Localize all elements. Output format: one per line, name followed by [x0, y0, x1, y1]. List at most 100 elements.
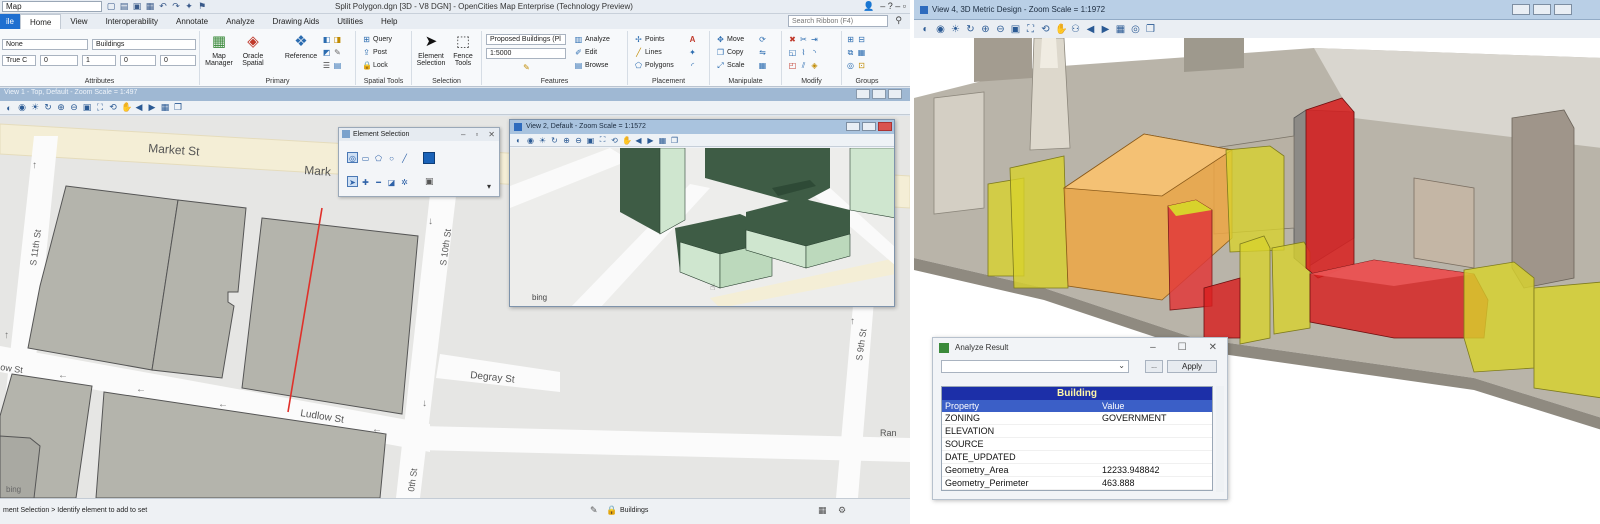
tab-utilities[interactable]: Utilities — [328, 14, 372, 29]
analyze-button[interactable]: ▥ Analyze — [574, 35, 610, 44]
view1-restore-button[interactable] — [872, 89, 886, 99]
highlighted-building-yellow[interactable] — [1009, 155, 1069, 289]
saved-views-icon[interactable]: ❐ — [670, 136, 679, 145]
pan-view-icon[interactable]: ✋ — [1055, 24, 1067, 35]
workflow-combo[interactable]: Map — [2, 1, 102, 12]
update-view-icon[interactable]: ↻ — [43, 102, 53, 113]
view-previous-icon[interactable]: ◀ — [134, 102, 144, 113]
table-row[interactable]: DATE_UPDATED — [942, 451, 1212, 464]
analyze-result-titlebar[interactable]: Analyze Result – ☐ ✕ — [933, 338, 1227, 358]
brightness-icon[interactable]: ☀ — [30, 102, 40, 113]
view2-titlebar[interactable]: View 2, Default - Zoom Scale = 1:1572 — [510, 120, 894, 134]
tab-drawing-aids[interactable]: Drawing Aids — [264, 14, 329, 29]
pan-view-icon[interactable]: ✋ — [622, 136, 632, 145]
tab-view[interactable]: View — [61, 14, 96, 29]
clip-volume-icon[interactable]: ▦ — [160, 102, 170, 113]
array-button[interactable]: ▦ — [758, 61, 767, 70]
tab-interoperability[interactable]: Interoperability — [97, 14, 167, 29]
table-row[interactable]: SOURCE — [942, 438, 1212, 451]
minimize-icon[interactable]: – — [1150, 338, 1156, 358]
browse-dots-button[interactable]: ... — [1145, 360, 1163, 373]
table-row[interactable]: ELEVATION — [942, 425, 1212, 438]
status-active-level[interactable]: Buildings — [620, 507, 648, 514]
clip-volume-icon[interactable]: ▦ — [1115, 24, 1126, 35]
display-style-icon[interactable]: ◉ — [17, 102, 27, 113]
highlighted-building-yellow[interactable] — [1225, 145, 1285, 253]
view-previous-icon[interactable]: ◀ — [634, 136, 643, 145]
fence-tools-button[interactable]: ⬚ Fence Tools — [446, 33, 480, 67]
view-attributes-icon[interactable]: ◐ — [4, 103, 14, 113]
minimize-icon[interactable]: – — [461, 128, 465, 141]
group-tools-3[interactable]: ◎ ⊡ — [846, 61, 866, 70]
analysis-select[interactable]: ⌄ — [941, 360, 1129, 373]
view2-restore-button[interactable] — [862, 122, 876, 131]
fit-view-icon[interactable]: ⛶ — [598, 135, 607, 145]
primary-small-tools-3[interactable]: ☰ ▤ — [322, 61, 342, 70]
view-attributes-icon[interactable]: ◐ — [920, 24, 931, 35]
pin-icon[interactable]: ✦ — [184, 1, 194, 11]
zoom-out-icon[interactable]: ⊖ — [574, 136, 583, 145]
search-ribbon-input[interactable]: Search Ribbon (F4) — [788, 15, 888, 27]
clear-icon[interactable]: ✲ — [399, 176, 410, 187]
priority-combo[interactable]: 0 — [160, 55, 196, 66]
saved-views-icon[interactable]: ❐ — [1145, 24, 1156, 35]
highlighted-building-red-tower[interactable] — [1305, 97, 1355, 279]
view1-close-button[interactable] — [888, 89, 902, 99]
table-row[interactable]: Geometry_Perimeter 463.888 — [942, 477, 1212, 490]
saved-views-icon[interactable]: ❐ — [173, 102, 183, 113]
view1-minimize-button[interactable] — [856, 89, 870, 99]
maximize-icon[interactable]: ▫ — [475, 128, 478, 141]
modify-tools-2[interactable]: ◱ ⌇ ◝ — [788, 48, 819, 57]
dialog-expand-icon[interactable]: ▾ — [487, 182, 491, 191]
search-icon[interactable]: ⚲ — [895, 15, 902, 26]
highlighted-building-yellow[interactable] — [1463, 261, 1535, 373]
primary-small-tools[interactable]: ◧ ◨ — [322, 35, 342, 44]
lines-button[interactable]: ╱ Lines — [634, 48, 662, 57]
zoom-in-icon[interactable]: ⊕ — [56, 102, 66, 113]
mirror-button[interactable]: ⇋ — [758, 48, 767, 57]
view2-close-button[interactable] — [878, 122, 892, 131]
edit-button[interactable]: ✐ Edit — [574, 48, 597, 57]
table-row[interactable]: Geometry_Area 12233.948842 — [942, 464, 1212, 477]
status-settings-icon[interactable]: ⚙ — [838, 505, 846, 516]
highlighted-building-red[interactable] — [1203, 277, 1241, 339]
text-button[interactable]: A — [688, 35, 697, 44]
view2-3d-canvas[interactable]: bing ☝ — [510, 148, 895, 307]
update-view-icon[interactable]: ↻ — [965, 24, 976, 35]
shape-select-icon[interactable]: ⬠ — [373, 152, 384, 163]
save-icon[interactable]: ▣ — [132, 1, 142, 11]
delete-button[interactable]: ✖ ✂ ⇥ — [788, 35, 819, 44]
color-combo[interactable]: True C — [2, 55, 36, 66]
feature-combo[interactable]: Proposed Buildings (Pl — [486, 34, 566, 45]
style-combo[interactable]: 1 — [82, 55, 116, 66]
clip-volume-icon[interactable]: ▦ — [658, 136, 667, 145]
pointer-select-icon[interactable]: ➤ — [347, 176, 358, 187]
zoom-out-icon[interactable]: ⊖ — [995, 24, 1006, 35]
camera-icon[interactable]: ◎ — [1130, 24, 1141, 35]
reference-button[interactable]: ❖ Reference — [284, 33, 318, 60]
close-icon[interactable]: ✕ — [488, 128, 495, 141]
window-area-icon[interactable]: ▣ — [586, 136, 595, 145]
active-level-combo[interactable]: Buildings — [92, 39, 196, 50]
element-selection-controls[interactable]: – ▫ ✕ — [461, 128, 495, 141]
view1-window-controls[interactable] — [856, 89, 902, 99]
view2-minimize-button[interactable] — [846, 122, 860, 131]
filter-icon[interactable] — [423, 152, 435, 164]
points-button[interactable]: ✢ Points — [634, 35, 664, 44]
transparency-combo[interactable]: 0 — [120, 55, 156, 66]
browse-button[interactable]: ▤ Browse — [574, 61, 609, 70]
status-view-icon[interactable]: ▦ — [818, 505, 827, 516]
lock-status-icon[interactable]: 🔒 — [606, 505, 617, 516]
scale-button[interactable]: ⤢ Scale — [716, 61, 744, 70]
view4-titlebar[interactable]: View 4, 3D Metric Design - Zoom Scale = … — [914, 0, 1600, 20]
close-icon[interactable]: ✕ — [1209, 338, 1217, 358]
view-attributes-icon[interactable]: ◐ — [514, 136, 523, 145]
block-select-icon[interactable]: ▭ — [360, 152, 371, 163]
pencil-status-icon[interactable]: ✎ — [590, 505, 598, 516]
tab-analyze[interactable]: Analyze — [217, 14, 263, 29]
weight-combo[interactable]: 0 — [40, 55, 78, 66]
zoom-out-icon[interactable]: ⊖ — [69, 102, 79, 113]
print-icon[interactable]: ▦ — [145, 1, 155, 11]
circle-select-icon[interactable]: ○ — [386, 152, 397, 163]
new-file-icon[interactable]: ▢ — [106, 1, 116, 11]
